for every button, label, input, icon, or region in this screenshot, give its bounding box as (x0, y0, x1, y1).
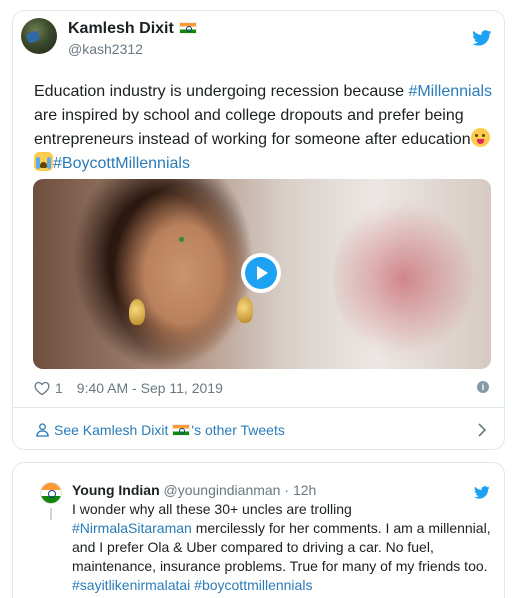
hashtag-millennials-link[interactable]: #Millennials (408, 83, 492, 100)
person-icon (36, 423, 49, 437)
play-button[interactable] (241, 253, 281, 293)
thread-line (50, 508, 52, 520)
reply-author-name[interactable]: Young Indian (72, 482, 160, 498)
author-handle[interactable]: @kash2312 (68, 41, 143, 57)
twitter-bird-icon[interactable] (474, 486, 490, 499)
hashtag-boycottmillennials-link[interactable]: #BoycottMillennials (53, 155, 190, 172)
card-divider (13, 407, 504, 408)
reply-hashtags-link[interactable]: #sayitlikenirmalatai #boycottmillennials (72, 577, 312, 593)
bindi (179, 237, 184, 242)
background-blur (333, 199, 473, 359)
india-flag-icon (178, 22, 197, 34)
winking-tongue-emoji-icon (470, 128, 490, 147)
india-flag-icon (172, 424, 191, 436)
author-name[interactable]: Kamlesh Dixit (68, 20, 197, 38)
reply-text: I wonder why all these 30+ uncles are tr… (72, 501, 491, 593)
reply-age[interactable]: 12h (293, 482, 316, 498)
reply-author-line: Young Indian @youngindianman · 12h (72, 482, 317, 498)
see-other-tweets-link[interactable]: See Kamlesh Dixit's other Tweets (36, 422, 285, 438)
reply-author-handle[interactable]: @youngindianman (164, 482, 281, 498)
earring-right (237, 297, 253, 323)
heart-icon[interactable] (34, 381, 50, 396)
tweet-text: Education industry is undergoing recessi… (34, 83, 493, 172)
author-avatar[interactable] (21, 18, 57, 54)
reply-author-avatar[interactable] (40, 482, 62, 504)
earring-left (129, 299, 145, 325)
crying-face-emoji-icon (34, 152, 53, 171)
tweet-meta: 1 9:40 AM - Sep 11, 2019 (34, 380, 223, 396)
play-icon (245, 257, 277, 289)
info-icon[interactable]: i (477, 381, 489, 393)
chevron-right-icon[interactable] (477, 423, 487, 437)
like-count[interactable]: 1 (55, 380, 63, 396)
hashtag-nirmalasitaraman-link[interactable]: #NirmalaSitaraman (72, 520, 192, 536)
twitter-bird-icon[interactable] (472, 30, 492, 46)
tweet-timestamp[interactable]: 9:40 AM - Sep 11, 2019 (77, 380, 223, 396)
